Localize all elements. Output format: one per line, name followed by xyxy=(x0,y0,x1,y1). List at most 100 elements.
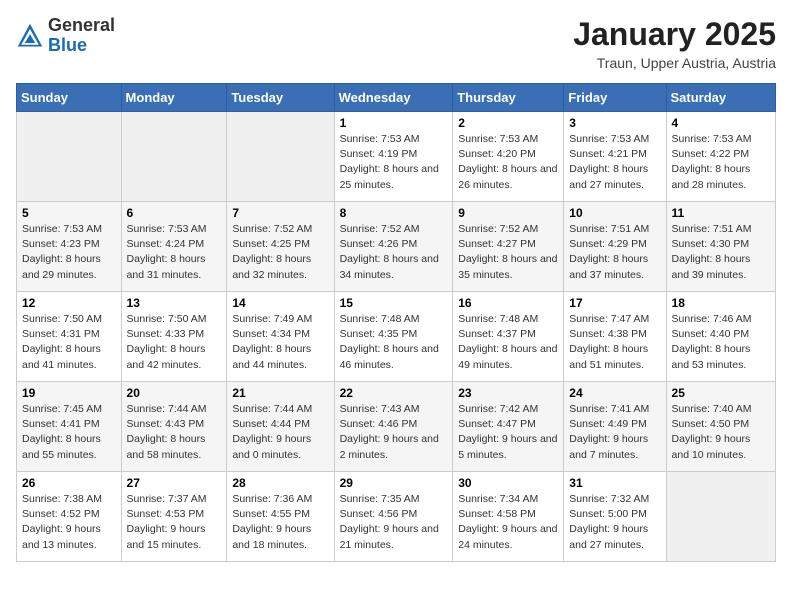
calendar-cell xyxy=(666,472,775,562)
day-number: 27 xyxy=(127,476,222,490)
calendar-cell: 27 Sunrise: 7:37 AM Sunset: 4:53 PM Dayli… xyxy=(121,472,227,562)
logo-icon xyxy=(16,22,44,50)
day-info: Sunrise: 7:48 AM Sunset: 4:35 PM Dayligh… xyxy=(340,312,448,373)
calendar-cell: 4 Sunrise: 7:53 AM Sunset: 4:22 PM Daylig… xyxy=(666,112,775,202)
calendar-cell: 12 Sunrise: 7:50 AM Sunset: 4:31 PM Dayli… xyxy=(17,292,122,382)
calendar-cell: 2Sunrise: 7:53 AM Sunset: 4:20 PM Daylig… xyxy=(453,112,564,202)
calendar-cell xyxy=(121,112,227,202)
day-info: Sunrise: 7:52 AM Sunset: 4:27 PM Dayligh… xyxy=(458,222,558,283)
day-info: Sunrise: 7:41 AM Sunset: 4:49 PM Dayligh… xyxy=(569,402,660,463)
day-info: Sunrise: 7:53 AM Sunset: 4:20 PM Dayligh… xyxy=(458,132,558,193)
calendar-cell: 20 Sunrise: 7:44 AM Sunset: 4:43 PM Dayli… xyxy=(121,382,227,472)
day-number: 7 xyxy=(232,206,328,220)
day-info: Sunrise: 7:38 AM Sunset: 4:52 PM Dayligh… xyxy=(22,492,116,553)
calendar-cell: 18 Sunrise: 7:46 AM Sunset: 4:40 PM Dayli… xyxy=(666,292,775,382)
calendar-cell: 13 Sunrise: 7:50 AM Sunset: 4:33 PM Dayli… xyxy=(121,292,227,382)
calendar-cell: 28 Sunrise: 7:36 AM Sunset: 4:55 PM Dayli… xyxy=(227,472,334,562)
day-number: 18 xyxy=(672,296,770,310)
calendar-cell: 6Sunrise: 7:53 AM Sunset: 4:24 PM Daylig… xyxy=(121,202,227,292)
day-number: 23 xyxy=(458,386,558,400)
day-info: Sunrise: 7:32 AM Sunset: 5:00 PM Dayligh… xyxy=(569,492,660,553)
day-number: 15 xyxy=(340,296,448,310)
calendar-cell: 11Sunrise: 7:51 AM Sunset: 4:30 PM Dayli… xyxy=(666,202,775,292)
calendar-cell: 19Sunrise: 7:45 AM Sunset: 4:41 PM Dayli… xyxy=(17,382,122,472)
page-header: General Blue January 2025 Traun, Upper A… xyxy=(16,16,776,71)
day-info: Sunrise: 7:50 AM Sunset: 4:31 PM Dayligh… xyxy=(22,312,116,373)
logo-blue: Blue xyxy=(48,36,115,56)
day-info: Sunrise: 7:53 AM Sunset: 4:24 PM Dayligh… xyxy=(127,222,222,283)
calendar-cell: 15 Sunrise: 7:48 AM Sunset: 4:35 PM Dayli… xyxy=(334,292,453,382)
week-row-1: 1Sunrise: 7:53 AM Sunset: 4:19 PM Daylig… xyxy=(17,112,776,202)
day-info: Sunrise: 7:49 AM Sunset: 4:34 PM Dayligh… xyxy=(232,312,328,373)
day-info: Sunrise: 7:43 AM Sunset: 4:46 PM Dayligh… xyxy=(340,402,448,463)
day-number: 13 xyxy=(127,296,222,310)
calendar-cell: 17Sunrise: 7:47 AM Sunset: 4:38 PM Dayli… xyxy=(564,292,666,382)
calendar-cell: 29 Sunrise: 7:35 AM Sunset: 4:56 PM Dayli… xyxy=(334,472,453,562)
day-info: Sunrise: 7:36 AM Sunset: 4:55 PM Dayligh… xyxy=(232,492,328,553)
day-info: Sunrise: 7:53 AM Sunset: 4:21 PM Dayligh… xyxy=(569,132,660,193)
day-number: 22 xyxy=(340,386,448,400)
day-number: 16 xyxy=(458,296,558,310)
day-number: 30 xyxy=(458,476,558,490)
day-number: 10 xyxy=(569,206,660,220)
day-info: Sunrise: 7:44 AM Sunset: 4:44 PM Dayligh… xyxy=(232,402,328,463)
day-info: Sunrise: 7:44 AM Sunset: 4:43 PM Dayligh… xyxy=(127,402,222,463)
calendar-cell: 30 Sunrise: 7:34 AM Sunset: 4:58 PM Dayli… xyxy=(453,472,564,562)
weekday-header-monday: Monday xyxy=(121,84,227,112)
day-number: 4 xyxy=(672,116,770,130)
day-info: Sunrise: 7:51 AM Sunset: 4:29 PM Dayligh… xyxy=(569,222,660,283)
calendar-cell: 21Sunrise: 7:44 AM Sunset: 4:44 PM Dayli… xyxy=(227,382,334,472)
calendar-cell: 7 Sunrise: 7:52 AM Sunset: 4:25 PM Daylig… xyxy=(227,202,334,292)
day-info: Sunrise: 7:50 AM Sunset: 4:33 PM Dayligh… xyxy=(127,312,222,373)
weekday-header-sunday: Sunday xyxy=(17,84,122,112)
calendar-cell: 5Sunrise: 7:53 AM Sunset: 4:23 PM Daylig… xyxy=(17,202,122,292)
day-info: Sunrise: 7:34 AM Sunset: 4:58 PM Dayligh… xyxy=(458,492,558,553)
day-number: 8 xyxy=(340,206,448,220)
logo-general: General xyxy=(48,16,115,36)
day-number: 26 xyxy=(22,476,116,490)
calendar-cell: 25 Sunrise: 7:40 AM Sunset: 4:50 PM Dayli… xyxy=(666,382,775,472)
day-info: Sunrise: 7:37 AM Sunset: 4:53 PM Dayligh… xyxy=(127,492,222,553)
calendar-cell: 22 Sunrise: 7:43 AM Sunset: 4:46 PM Dayli… xyxy=(334,382,453,472)
calendar-title: January 2025 xyxy=(573,16,776,53)
day-number: 1 xyxy=(340,116,448,130)
day-number: 29 xyxy=(340,476,448,490)
week-row-5: 26 Sunrise: 7:38 AM Sunset: 4:52 PM Dayli… xyxy=(17,472,776,562)
day-number: 9 xyxy=(458,206,558,220)
calendar-cell: 26 Sunrise: 7:38 AM Sunset: 4:52 PM Dayli… xyxy=(17,472,122,562)
day-info: Sunrise: 7:40 AM Sunset: 4:50 PM Dayligh… xyxy=(672,402,770,463)
week-row-4: 19Sunrise: 7:45 AM Sunset: 4:41 PM Dayli… xyxy=(17,382,776,472)
day-info: Sunrise: 7:35 AM Sunset: 4:56 PM Dayligh… xyxy=(340,492,448,553)
weekday-header-tuesday: Tuesday xyxy=(227,84,334,112)
calendar-cell: 9 Sunrise: 7:52 AM Sunset: 4:27 PM Daylig… xyxy=(453,202,564,292)
week-row-3: 12 Sunrise: 7:50 AM Sunset: 4:31 PM Dayli… xyxy=(17,292,776,382)
calendar-subtitle: Traun, Upper Austria, Austria xyxy=(573,55,776,71)
day-number: 31 xyxy=(569,476,660,490)
calendar-cell: 31 Sunrise: 7:32 AM Sunset: 5:00 PM Dayli… xyxy=(564,472,666,562)
logo: General Blue xyxy=(16,16,115,56)
day-number: 24 xyxy=(569,386,660,400)
day-info: Sunrise: 7:42 AM Sunset: 4:47 PM Dayligh… xyxy=(458,402,558,463)
day-number: 17 xyxy=(569,296,660,310)
day-number: 25 xyxy=(672,386,770,400)
day-number: 28 xyxy=(232,476,328,490)
weekday-header-saturday: Saturday xyxy=(666,84,775,112)
calendar-cell: 8Sunrise: 7:52 AM Sunset: 4:26 PM Daylig… xyxy=(334,202,453,292)
calendar-cell: 1Sunrise: 7:53 AM Sunset: 4:19 PM Daylig… xyxy=(334,112,453,202)
day-number: 20 xyxy=(127,386,222,400)
day-info: Sunrise: 7:46 AM Sunset: 4:40 PM Dayligh… xyxy=(672,312,770,373)
calendar-cell: 14 Sunrise: 7:49 AM Sunset: 4:34 PM Dayli… xyxy=(227,292,334,382)
weekday-header-wednesday: Wednesday xyxy=(334,84,453,112)
day-number: 12 xyxy=(22,296,116,310)
day-info: Sunrise: 7:48 AM Sunset: 4:37 PM Dayligh… xyxy=(458,312,558,373)
day-info: Sunrise: 7:45 AM Sunset: 4:41 PM Dayligh… xyxy=(22,402,116,463)
day-number: 3 xyxy=(569,116,660,130)
day-number: 11 xyxy=(672,206,770,220)
day-info: Sunrise: 7:53 AM Sunset: 4:23 PM Dayligh… xyxy=(22,222,116,283)
day-number: 14 xyxy=(232,296,328,310)
day-info: Sunrise: 7:52 AM Sunset: 4:25 PM Dayligh… xyxy=(232,222,328,283)
calendar-cell: 23 Sunrise: 7:42 AM Sunset: 4:47 PM Dayli… xyxy=(453,382,564,472)
calendar-cell: 16 Sunrise: 7:48 AM Sunset: 4:37 PM Dayli… xyxy=(453,292,564,382)
logo-text: General Blue xyxy=(48,16,115,56)
day-info: Sunrise: 7:53 AM Sunset: 4:22 PM Dayligh… xyxy=(672,132,770,193)
